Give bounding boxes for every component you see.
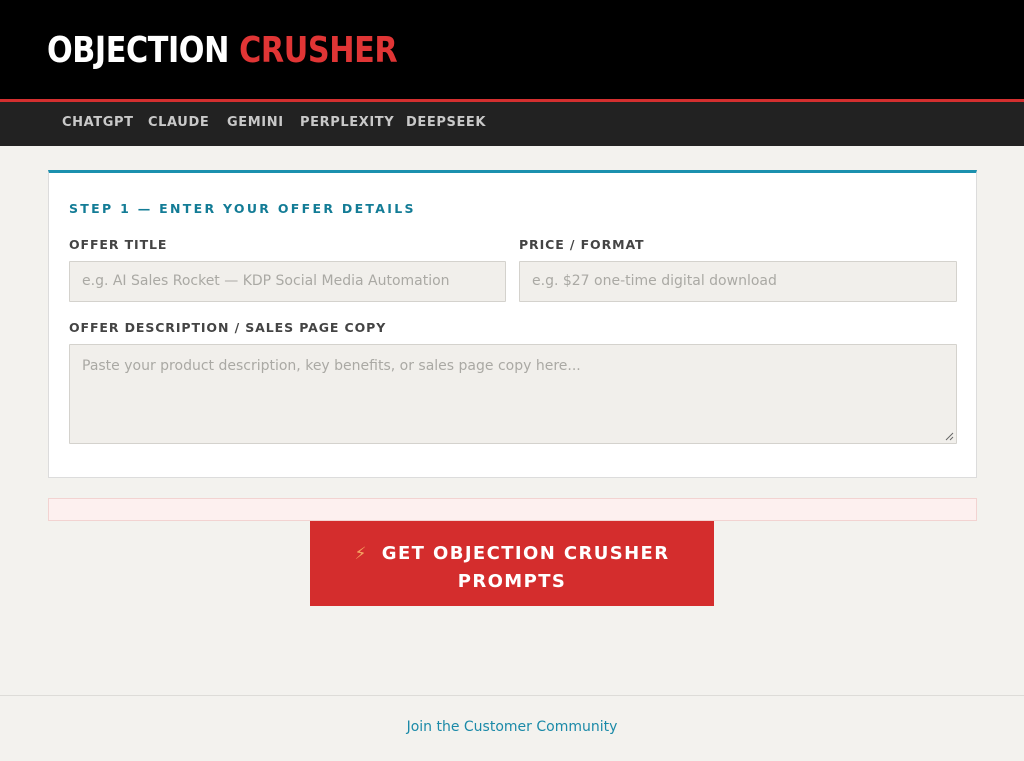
main-nav: CHATGPT CLAUDE GEMINI PERPLEXITY DEEPSEE…	[0, 102, 1024, 146]
nav-item-claude[interactable]: CLAUDE	[148, 102, 209, 146]
offer-description-label: OFFER DESCRIPTION / SALES PAGE COPY	[69, 320, 387, 335]
nav-item-chatgpt[interactable]: CHATGPT	[62, 102, 134, 146]
offer-title-placeholder: e.g. AI Sales Rocket — KDP Social Media …	[82, 273, 450, 289]
nav-item-gemini[interactable]: GEMINI	[227, 102, 284, 146]
footer-divider	[0, 695, 1024, 696]
lightning-bolt-icon: ⚡	[354, 544, 368, 564]
get-prompts-button[interactable]: ⚡ GET OBJECTION CRUSHER PROMPTS	[310, 521, 714, 606]
logo-word-crusher: CRUSHER	[239, 30, 398, 71]
price-format-label: PRICE / FORMAT	[519, 237, 645, 252]
get-prompts-label-line2: PROMPTS	[457, 571, 567, 592]
site-logo[interactable]: OBJECTION CRUSHER	[47, 30, 398, 72]
offer-title-label: OFFER TITLE	[69, 237, 168, 252]
price-format-input[interactable]: e.g. $27 one-time digital download	[519, 261, 957, 302]
offer-details-card: STEP 1 — ENTER YOUR OFFER DETAILS OFFER …	[48, 170, 977, 478]
get-prompts-label-line1: GET OBJECTION CRUSHER	[381, 543, 670, 564]
message-bar	[48, 498, 977, 521]
offer-description-placeholder: Paste your product description, key bene…	[82, 358, 581, 374]
offer-description-textarea[interactable]: Paste your product description, key bene…	[69, 344, 957, 444]
customer-community-link[interactable]: Join the Customer Community	[0, 719, 1024, 735]
step-title: STEP 1 — ENTER YOUR OFFER DETAILS	[69, 201, 416, 216]
offer-title-input[interactable]: e.g. AI Sales Rocket — KDP Social Media …	[69, 261, 506, 302]
resize-handle-icon[interactable]	[945, 432, 954, 441]
nav-item-deepseek[interactable]: DEEPSEEK	[406, 102, 486, 146]
nav-item-perplexity[interactable]: PERPLEXITY	[300, 102, 394, 146]
price-format-placeholder: e.g. $27 one-time digital download	[532, 273, 777, 289]
site-header: OBJECTION CRUSHER	[0, 0, 1024, 99]
logo-word-objection: OBJECTION	[47, 30, 229, 71]
